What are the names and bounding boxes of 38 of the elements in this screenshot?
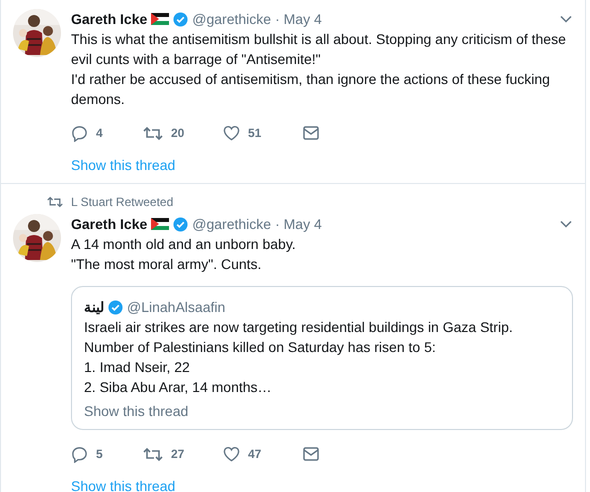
tweet-text: I'd rather be accused of antisemitism, than ignore the actions of these fucking demons.	[71, 70, 551, 109]
quoted-text: Number of Palestinians killed on Saturday has risen to 5:	[84, 338, 437, 357]
retweet-button[interactable]: 20	[143, 126, 223, 140]
mail-icon	[303, 126, 319, 140]
author-name[interactable]: Gareth Icke	[71, 11, 148, 27]
heart-icon	[223, 446, 240, 462]
show-thread-link[interactable]: Show this thread	[71, 478, 176, 492]
reply-icon	[71, 124, 88, 142]
retweet-button[interactable]: 27	[143, 446, 223, 462]
quoted-text: Israeli air strikes are now targeting residential buildings in Gaza Strip.	[84, 318, 514, 337]
tweet-text: A 14 month old and an unborn baby.	[71, 235, 297, 254]
reply-icon	[71, 446, 88, 462]
mail-icon	[303, 447, 319, 461]
author-name[interactable]: Gareth Icke	[71, 216, 148, 232]
like-button[interactable]: 47	[223, 446, 303, 462]
quoted-text: 2. Siba Abu Arar, 14 months…	[84, 378, 273, 397]
tweet-date[interactable]: · May 4	[275, 216, 322, 232]
author-handle[interactable]: @garethicke	[192, 11, 272, 27]
retweeted-label: L Stuart Retweeted	[71, 195, 174, 209]
quoted-author-handle: @LinahAlsaafin	[127, 299, 226, 315]
retweet-icon	[143, 446, 163, 462]
flag-icon	[151, 218, 170, 230]
tweet-date[interactable]: · May 4	[275, 11, 322, 27]
heart-icon	[223, 125, 240, 141]
show-thread-link[interactable]: Show this thread	[71, 157, 176, 173]
retweet-icon	[143, 126, 163, 140]
quoted-author-name: لينة	[84, 299, 104, 315]
show-thread-link[interactable]: Show this thread	[84, 403, 188, 419]
reply-button[interactable]: 4	[71, 124, 143, 142]
flag-icon	[151, 13, 170, 25]
tweet-text: This is what the antisemitism bullshit is all about. Stopping any criticism of these evil cunts with a barrage of "Antisemite!"	[71, 30, 567, 69]
retweet-icon	[47, 196, 63, 208]
author-handle[interactable]: @garethicke	[192, 216, 272, 232]
quoted-tweet[interactable]	[71, 286, 573, 430]
quoted-text: 1. Imad Nseir, 22	[84, 358, 191, 377]
like-button[interactable]: 51	[223, 125, 303, 141]
reply-button[interactable]: 5	[71, 446, 143, 462]
tweet-text: "The most moral army". Cunts.	[71, 255, 262, 274]
